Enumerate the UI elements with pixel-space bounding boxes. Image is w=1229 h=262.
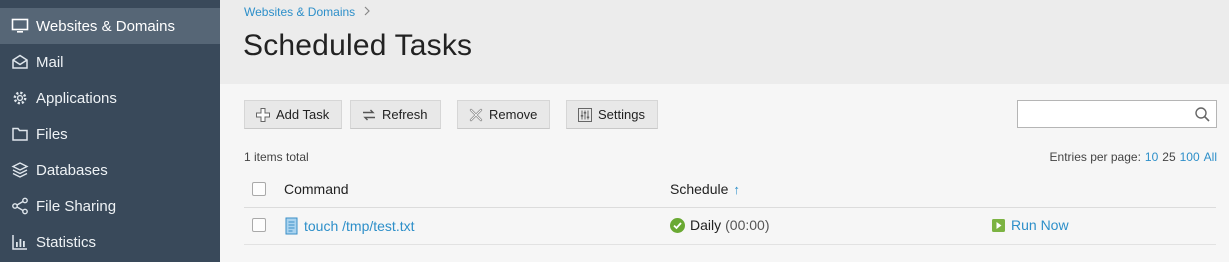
task-schedule: Daily (00:00) — [670, 217, 769, 233]
remove-label: Remove — [489, 107, 538, 122]
refresh-label: Refresh — [382, 107, 428, 122]
breadcrumb: Websites & Domains — [244, 5, 371, 19]
sidebar-item-applications[interactable]: Applications — [0, 80, 220, 116]
search-icon[interactable] — [1194, 106, 1211, 123]
sidebar-item-label: File Sharing — [36, 197, 117, 215]
settings-label: Settings — [598, 107, 645, 122]
sidebar-item-label: Files — [36, 125, 68, 143]
sidebar-item-mail[interactable]: Mail — [0, 44, 220, 80]
database-icon — [11, 161, 29, 179]
column-header-schedule[interactable]: Schedule ↑ — [670, 181, 740, 197]
page-size-25: 25 — [1162, 150, 1176, 164]
task-command-text: touch /tmp/test.txt — [304, 218, 415, 234]
sliders-icon — [577, 107, 593, 123]
sidebar-item-label: Applications — [36, 89, 117, 107]
run-now-link[interactable]: Run Now — [992, 217, 1069, 233]
mail-icon — [11, 53, 29, 71]
page-size-10[interactable]: 10 — [1145, 150, 1158, 164]
run-now-label: Run Now — [1011, 217, 1069, 233]
sidebar-item-databases[interactable]: Databases — [0, 152, 220, 188]
check-circle-icon — [670, 217, 685, 233]
table-row: touch /tmp/test.txt Daily (00:00) Run No… — [244, 208, 1216, 245]
sidebar-item-statistics[interactable]: Statistics — [0, 224, 220, 260]
column-header-schedule-label: Schedule — [670, 181, 729, 197]
sidebar: Websites & Domains Mail Applications Fil… — [0, 0, 220, 262]
page-header: Websites & Domains Scheduled Tasks — [220, 0, 1229, 84]
sidebar-item-label: Websites & Domains — [36, 17, 175, 35]
settings-button[interactable]: Settings — [566, 100, 658, 129]
search-input[interactable] — [1017, 100, 1217, 128]
sidebar-item-websites-domains[interactable]: Websites & Domains — [0, 8, 220, 44]
sidebar-item-label: Statistics — [36, 233, 97, 251]
page-size-all[interactable]: All — [1204, 150, 1217, 164]
table-header: Command Schedule ↑ — [244, 172, 1216, 208]
entries-per-page-label: Entries per page: — [1049, 150, 1141, 164]
task-command-link[interactable]: touch /tmp/test.txt — [284, 217, 415, 235]
page-title: Scheduled Tasks — [243, 29, 473, 62]
gear-icon — [11, 89, 29, 107]
share-icon — [11, 197, 29, 215]
plus-icon — [255, 107, 271, 123]
script-file-icon — [284, 217, 299, 235]
sidebar-item-file-sharing[interactable]: File Sharing — [0, 188, 220, 224]
items-total: 1 items total — [244, 150, 309, 164]
schedule-time: (00:00) — [725, 217, 770, 233]
remove-button[interactable]: Remove — [457, 100, 550, 129]
sidebar-item-label: Mail — [36, 53, 64, 71]
monitor-icon — [11, 17, 29, 35]
sidebar-item-label: Databases — [36, 161, 108, 179]
bar-chart-icon — [11, 233, 29, 251]
entries-per-page: Entries per page: 10 25 100 All — [1050, 150, 1217, 164]
sidebar-item-files[interactable]: Files — [0, 116, 220, 152]
sort-arrow-icon: ↑ — [733, 181, 740, 197]
main-content: Add Task Refresh Remove Settings 1 items… — [220, 84, 1229, 262]
select-all-checkbox[interactable] — [252, 182, 266, 196]
play-icon — [992, 218, 1005, 232]
close-icon — [468, 107, 484, 123]
add-task-label: Add Task — [276, 107, 330, 122]
add-task-button[interactable]: Add Task — [244, 100, 342, 129]
refresh-button[interactable]: Refresh — [350, 100, 441, 129]
breadcrumb-link[interactable]: Websites & Domains — [244, 5, 355, 19]
schedule-frequency: Daily — [690, 217, 722, 233]
row-checkbox[interactable] — [252, 218, 266, 232]
folder-icon — [11, 125, 29, 143]
page-size-100[interactable]: 100 — [1180, 150, 1200, 164]
column-header-command: Command — [284, 181, 349, 197]
chevron-right-icon — [363, 5, 371, 19]
refresh-icon — [361, 107, 377, 123]
